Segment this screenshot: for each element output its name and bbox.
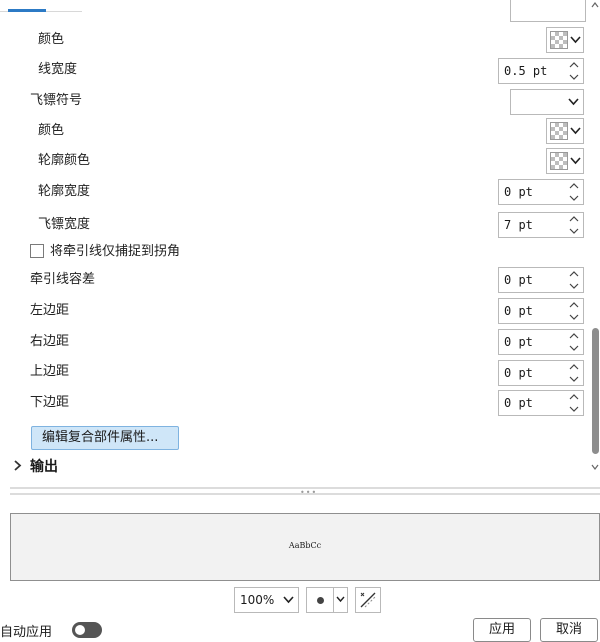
scrollbar-thumb[interactable] bbox=[592, 328, 599, 454]
line-width-label: 线宽度 bbox=[38, 62, 78, 77]
picker-dropdown-toggle[interactable] bbox=[333, 588, 347, 612]
output-section-label: 输出 bbox=[30, 459, 58, 475]
color-picker[interactable] bbox=[546, 27, 584, 53]
active-tab-indicator bbox=[8, 9, 46, 12]
bottom-margin-label: 下边距 bbox=[30, 395, 70, 410]
top-margin-value: 0 pt bbox=[504, 366, 533, 380]
spinner-arrows[interactable] bbox=[568, 213, 580, 237]
line-width-input[interactable]: 0.5 pt bbox=[498, 58, 584, 84]
top-margin-label: 上边距 bbox=[30, 364, 70, 379]
right-margin-value: 0 pt bbox=[504, 335, 533, 349]
symbol-preview: AaBbCc bbox=[10, 513, 600, 581]
preview-background-picker[interactable] bbox=[306, 587, 348, 613]
edit-composite-properties-button[interactable]: 编辑复合部件属性... bbox=[31, 426, 179, 450]
dart-symbol-label: 飞镖符号 bbox=[30, 93, 83, 108]
spinner-arrows[interactable] bbox=[568, 299, 580, 323]
transparent-swatch-icon bbox=[550, 122, 568, 140]
outline-color-picker[interactable] bbox=[546, 148, 584, 174]
spinner-arrows[interactable] bbox=[568, 361, 580, 385]
snap-to-corners-checkbox[interactable] bbox=[30, 244, 44, 258]
toggle-guides-button[interactable] bbox=[355, 587, 381, 613]
dart-width-input[interactable]: 7 pt bbox=[498, 212, 584, 238]
spinner-icon bbox=[569, 271, 579, 289]
left-margin-input[interactable]: 0 pt bbox=[498, 298, 584, 324]
spinner-icon bbox=[569, 216, 579, 234]
dart-color-label: 颜色 bbox=[38, 123, 65, 138]
spinner-icon bbox=[569, 183, 579, 201]
spinner-arrows[interactable] bbox=[568, 330, 580, 354]
wand-icon bbox=[360, 592, 376, 608]
spinner-arrows[interactable] bbox=[568, 180, 580, 204]
chevron-down-icon bbox=[570, 127, 581, 135]
right-margin-label: 右边距 bbox=[30, 334, 70, 349]
spinner-icon bbox=[569, 302, 579, 320]
chevron-down-icon bbox=[568, 98, 579, 106]
leader-tolerance-input[interactable]: 0 pt bbox=[498, 267, 584, 293]
output-section-header[interactable]: 输出 bbox=[14, 456, 58, 476]
spinner-icon bbox=[569, 62, 579, 80]
cancel-button[interactable]: 取消 bbox=[540, 618, 598, 642]
spinner-icon bbox=[569, 394, 579, 412]
outline-width-input[interactable]: 0 pt bbox=[498, 179, 584, 205]
tab-strip bbox=[0, 0, 82, 12]
chevron-right-icon bbox=[14, 460, 22, 471]
scroll-up-icon[interactable] bbox=[591, 2, 599, 8]
spinner-arrows[interactable] bbox=[568, 268, 580, 292]
bottom-margin-value: 0 pt bbox=[504, 396, 533, 410]
transparent-swatch-icon bbox=[550, 31, 568, 49]
outline-width-value: 0 pt bbox=[504, 185, 533, 199]
color-label: 颜色 bbox=[38, 32, 65, 47]
scroll-down-icon[interactable] bbox=[591, 464, 599, 470]
spinner-icon bbox=[569, 333, 579, 351]
left-margin-label: 左边距 bbox=[30, 303, 70, 318]
bottom-margin-input[interactable]: 0 pt bbox=[498, 390, 584, 416]
spinner-arrows[interactable] bbox=[568, 391, 580, 415]
spinner-icon bbox=[569, 364, 579, 382]
outline-width-label: 轮廓宽度 bbox=[38, 184, 91, 199]
left-margin-value: 0 pt bbox=[504, 304, 533, 318]
top-partial-field[interactable] bbox=[510, 0, 586, 22]
dart-symbol-dropdown[interactable] bbox=[510, 89, 584, 115]
dot-icon bbox=[317, 597, 324, 604]
snap-to-corners-label: 将牵引线仅捕捉到拐角 bbox=[50, 244, 181, 259]
preview-sample-text: AaBbCc bbox=[288, 541, 322, 550]
chevron-down-icon bbox=[570, 157, 581, 165]
chevron-down-icon bbox=[283, 596, 294, 604]
top-margin-input[interactable]: 0 pt bbox=[498, 360, 584, 386]
splitter-grip-icon[interactable]: ••• bbox=[300, 489, 317, 497]
chevron-down-icon bbox=[570, 36, 581, 44]
auto-apply-toggle[interactable] bbox=[72, 622, 102, 638]
chevron-down-icon bbox=[336, 596, 345, 603]
zoom-dropdown[interactable]: 100% bbox=[234, 587, 299, 613]
transparent-swatch-icon bbox=[550, 152, 568, 170]
apply-button[interactable]: 应用 bbox=[473, 618, 531, 642]
dart-width-value: 7 pt bbox=[504, 218, 533, 232]
dart-width-label: 飞镖宽度 bbox=[38, 217, 91, 232]
leader-tolerance-label: 牵引线容差 bbox=[30, 272, 96, 287]
spinner-arrows[interactable] bbox=[568, 59, 580, 83]
auto-apply-label: 自动应用 bbox=[0, 625, 53, 640]
leader-tolerance-value: 0 pt bbox=[504, 273, 533, 287]
right-margin-input[interactable]: 0 pt bbox=[498, 329, 584, 355]
line-width-value: 0.5 pt bbox=[504, 64, 548, 78]
outline-color-label: 轮廓颜色 bbox=[38, 153, 91, 168]
dart-color-picker[interactable] bbox=[546, 118, 584, 144]
zoom-value: 100% bbox=[240, 593, 275, 607]
